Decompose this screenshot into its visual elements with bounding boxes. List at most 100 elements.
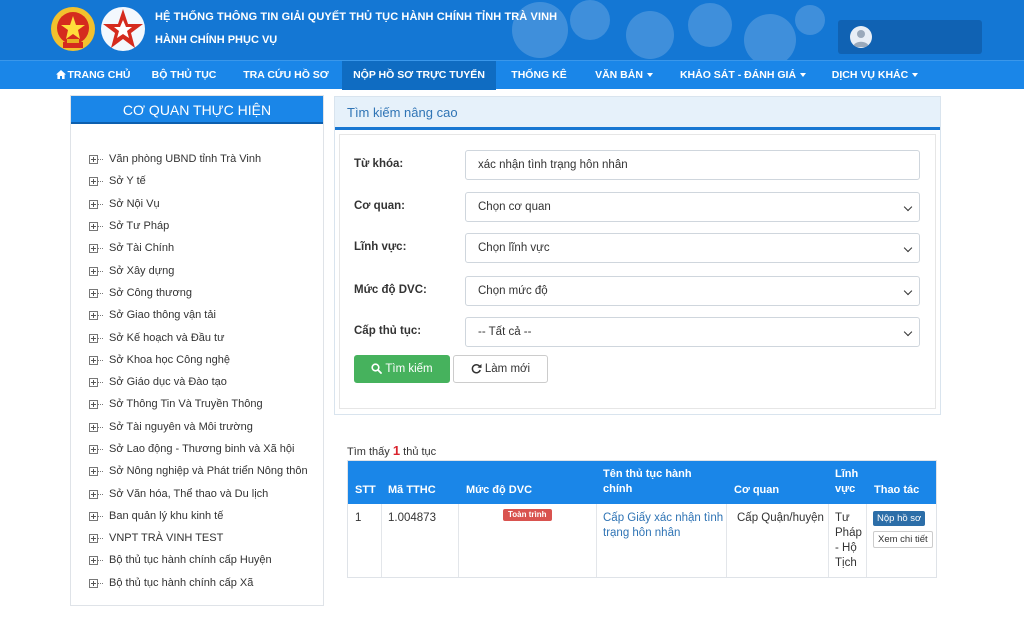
sidebar-item[interactable]: Sở Văn hóa, Thể thao và Du lịch — [89, 482, 308, 504]
site-subtitle: HÀNH CHÍNH PHỤC VỤ — [155, 34, 278, 46]
procedure-name-line2: trạng hôn nhân — [603, 527, 681, 539]
tree-expand-icon[interactable] — [89, 221, 103, 232]
tree-expand-icon[interactable] — [89, 288, 103, 298]
world-map-background — [512, 0, 825, 60]
tree-expand-icon[interactable] — [89, 377, 103, 388]
sidebar-item[interactable]: Bộ thủ tục hành chính cấp Xã — [89, 572, 308, 594]
sidebar-item[interactable]: Sở Lao động - Thương binh và Xã hội — [89, 438, 308, 460]
procedure-name-link[interactable]: Cấp Giấy xác nhận tình trạng hôn nhân — [603, 511, 723, 541]
row-field-line4: Tịch — [835, 557, 857, 569]
field-select[interactable]: Chọn lĩnh vực — [465, 233, 920, 263]
sidebar-item-label: Ban quản lý khu kinh tế — [109, 509, 224, 522]
user-account-box[interactable] — [838, 20, 982, 54]
sidebar-item[interactable]: Ban quản lý khu kinh tế — [89, 505, 308, 527]
sidebar-item[interactable]: Sở Nội Vụ — [89, 193, 308, 215]
submit-application-button[interactable]: Nộp hồ sơ — [873, 511, 926, 526]
sidebar-item-label: Sở Nội Vụ — [109, 197, 160, 210]
tree-expand-icon[interactable] — [89, 555, 103, 566]
sidebar-item-label: Văn phòng UBND tỉnh Trà Vinh — [109, 153, 262, 166]
keyword-label: Từ khóa: — [354, 158, 404, 170]
sidebar-item[interactable]: Văn phòng UBND tỉnh Trà Vinh — [89, 148, 308, 170]
row-stt: 1 — [355, 512, 362, 524]
site-header: HỆ THỐNG THÔNG TIN GIẢI QUYẾT THỦ TỤC HÀ… — [0, 0, 1024, 60]
keyword-input[interactable]: xác nhận tình trạng hôn nhân — [465, 150, 920, 180]
nav-other-services-label: DỊCH VỤ KHÁC — [831, 69, 909, 81]
procedure-name-line1: Cấp Giấy xác nhận tình — [603, 512, 724, 524]
nav-statistics[interactable]: THỐNG KÊ — [502, 61, 576, 90]
row-field-line2: Pháp — [835, 527, 862, 539]
sidebar-item-label: Sở Tư Pháp — [109, 220, 170, 233]
sidebar-item[interactable]: VNPT TRÀ VINH TEST — [89, 527, 308, 549]
sidebar-item[interactable]: Sở Thông Tin Và Truyền Thông — [89, 393, 308, 415]
tree-expand-icon[interactable] — [89, 176, 103, 187]
tree-expand-icon[interactable] — [89, 511, 103, 521]
column-divider — [458, 504, 459, 577]
nav-home[interactable]: TRANG CHỦ — [52, 61, 134, 90]
reset-button[interactable]: Làm mới — [453, 355, 548, 383]
service-level-label: Mức độ DVC: — [354, 284, 427, 296]
col-field-line1: Lĩnh — [835, 468, 859, 480]
nav-survey[interactable]: KHẢO SÁT - ĐÁNH GIÁ — [672, 61, 814, 90]
sidebar-item[interactable]: Sở Công thương — [89, 282, 308, 304]
sidebar-item-label: Sở Giáo dục và Đào tạo — [109, 376, 227, 389]
sidebar-item[interactable]: Sở Y tế — [89, 170, 308, 192]
nav-documents[interactable]: VĂN BẢN — [584, 61, 664, 90]
nav-other-services[interactable]: DỊCH VỤ KHÁC — [822, 61, 928, 90]
col-stt: STT — [355, 484, 376, 496]
tree-expand-icon[interactable] — [89, 578, 103, 588]
nav-procedures-label: BỘ THỦ TỤC — [151, 69, 217, 81]
chevron-down-icon — [903, 327, 913, 337]
province-star-logo-icon — [101, 7, 145, 51]
sidebar-item-label: Sở Thông Tin Và Truyền Thông — [109, 398, 263, 411]
agency-tree: Văn phòng UBND tỉnh Trà Vinh Sở Y tế Sở Nộ… — [89, 148, 308, 594]
sidebar-item[interactable]: Sở Xây dựng — [89, 259, 308, 281]
sidebar-item[interactable]: Bộ thủ tục hành chính cấp Huyện — [89, 549, 308, 571]
tree-expand-icon[interactable] — [89, 466, 103, 477]
tree-expand-icon[interactable] — [89, 533, 103, 544]
chevron-down-icon — [903, 202, 913, 212]
sidebar-item[interactable]: Sở Khoa học Công nghệ — [89, 349, 308, 371]
sidebar-item[interactable]: Sở Nông nghiệp và Phát triển Nông thôn — [89, 460, 308, 482]
tree-expand-icon[interactable] — [89, 422, 103, 432]
procedure-tier-select[interactable]: -- Tất cả -- — [465, 317, 920, 347]
site-title: HỆ THỐNG THÔNG TIN GIẢI QUYẾT THỦ TỤC HÀ… — [155, 11, 558, 23]
sidebar-item[interactable]: Sở Tài Chính — [89, 237, 308, 259]
agency-select[interactable]: Chọn cơ quan — [465, 192, 920, 222]
user-avatar-icon[interactable] — [850, 26, 872, 48]
sidebar-item[interactable]: Sở Tài nguyên và Môi trường — [89, 416, 308, 438]
sidebar-item[interactable]: Sở Kế hoạch và Đầu tư — [89, 326, 308, 348]
sidebar-item-label: Sở Tài nguyên và Môi trường — [109, 420, 253, 433]
main-nav: TRANG CHỦ BỘ THỦ TỤC TRA CỨU HỒ SƠ NỘP H… — [0, 60, 1024, 90]
sidebar-item-label: VNPT TRÀ VINH TEST — [109, 532, 224, 545]
reset-button-label: Làm mới — [484, 363, 531, 375]
sidebar-title: CƠ QUAN THỰC HIỆN — [71, 96, 323, 124]
agency-select-value: Chọn cơ quan — [478, 201, 551, 213]
nav-procedures[interactable]: BỘ THỦ TỤC — [142, 61, 226, 90]
tree-expand-icon[interactable] — [89, 444, 103, 454]
sidebar-item[interactable]: Sở Giao thông vận tải — [89, 304, 308, 326]
nav-online-submit[interactable]: NỘP HỒ SƠ TRỰC TUYẾN — [342, 61, 496, 90]
service-level-select[interactable]: Chọn mức độ — [465, 276, 920, 306]
tree-expand-icon[interactable] — [89, 310, 103, 321]
search-button[interactable]: Tìm kiếm — [354, 355, 450, 383]
sidebar-item[interactable]: Sở Tư Pháp — [89, 215, 308, 237]
tree-expand-icon[interactable] — [89, 355, 103, 365]
nav-documents-label: VĂN BẢN — [595, 69, 643, 81]
tree-expand-icon[interactable] — [89, 333, 103, 343]
tree-expand-icon[interactable] — [89, 199, 103, 209]
col-field-line2: vực — [835, 483, 856, 495]
nav-online-submit-label: NỘP HỒ SƠ TRỰC TUYẾN — [353, 69, 485, 81]
view-detail-button[interactable]: Xem chi tiết — [873, 531, 933, 548]
col-service-level: Mức độ DVC — [466, 484, 533, 496]
sidebar-item[interactable]: Sở Giáo dục và Đào tạo — [89, 371, 308, 393]
refresh-icon — [471, 364, 482, 374]
results-table-header: STT Mã TTHC Mức độ DVC Tên thủ tục hành … — [348, 461, 936, 504]
nav-lookup[interactable]: TRA CỨU HỒ SƠ — [236, 61, 336, 90]
tree-expand-icon[interactable] — [89, 399, 103, 410]
sidebar-item-label: Sở Tài Chính — [109, 242, 175, 255]
tree-expand-icon[interactable] — [89, 266, 103, 276]
tree-expand-icon[interactable] — [89, 154, 103, 165]
tree-expand-icon[interactable] — [89, 243, 103, 254]
tree-expand-icon[interactable] — [89, 489, 103, 499]
chevron-down-icon — [912, 73, 919, 78]
